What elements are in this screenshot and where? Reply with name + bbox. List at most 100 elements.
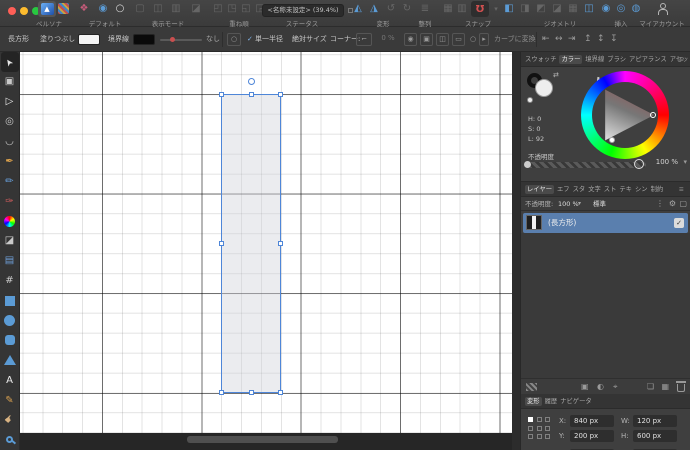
geometry-xor-icon[interactable]: ◪ xyxy=(552,1,561,17)
align-middle-icon[interactable]: ↕ xyxy=(597,27,605,52)
handle-middle-left[interactable] xyxy=(219,241,224,246)
vector-crop-tool[interactable]: # xyxy=(1,271,19,291)
horizontal-scrollbar[interactable] xyxy=(20,433,512,450)
mask-icon[interactable]: ▣ xyxy=(581,379,589,395)
place-image-tool[interactable]: ▤ xyxy=(1,251,19,271)
snap-toggle-button[interactable]: Ω xyxy=(471,1,489,17)
fill-color-well[interactable] xyxy=(535,79,553,97)
single-radius-label[interactable]: 単一半径 xyxy=(255,27,283,52)
insert-on-top-icon[interactable]: ◍ xyxy=(632,1,641,17)
corner-box3-icon[interactable]: ◫ xyxy=(436,33,449,46)
insert-behind-icon[interactable]: ◎ xyxy=(617,1,626,17)
swap-colors-icon[interactable]: ⇄ xyxy=(553,71,559,79)
tab-transform[interactable]: 変形 xyxy=(525,397,542,406)
pressure-button[interactable]: ○ xyxy=(227,33,241,46)
blend-mode-dropdown[interactable]: 標準 xyxy=(593,197,606,211)
handle-top-right[interactable] xyxy=(278,92,283,97)
zoom-tool[interactable] xyxy=(1,430,19,450)
pixel-persona-icon[interactable] xyxy=(58,3,69,14)
handle-top-left[interactable] xyxy=(219,92,224,97)
guides-icon[interactable]: ▥ xyxy=(457,1,466,17)
gear-icon[interactable]: ⚙ xyxy=(669,197,676,211)
view-vector-icon[interactable]: ▢ xyxy=(135,1,144,17)
node-tool[interactable]: ▷ xyxy=(1,92,19,112)
ellipse-tool[interactable] xyxy=(1,311,19,331)
handle-middle-right[interactable] xyxy=(278,241,283,246)
rotation-handle[interactable] xyxy=(248,78,255,85)
pen-tool[interactable]: ✒ xyxy=(1,151,19,171)
vector-brush-tool[interactable]: ✑ xyxy=(1,191,19,211)
tab-stock[interactable]: スト xyxy=(604,186,617,193)
layer-opacity-value[interactable]: 100 % xyxy=(558,197,579,211)
minimize-window-button[interactable] xyxy=(20,7,28,15)
geometry-intersect-icon[interactable]: ◩ xyxy=(536,1,545,17)
corner-percent-dropdown[interactable]: 0 % xyxy=(376,33,400,46)
more-icon[interactable]: ⋮ xyxy=(656,197,664,211)
tab-history[interactable]: 履歴 xyxy=(545,398,558,405)
flyout-icon[interactable]: ▸ xyxy=(479,33,489,46)
vertical-scrollbar[interactable] xyxy=(512,52,520,450)
tab-appearance[interactable]: アピアランス xyxy=(629,56,667,63)
corner-box1-icon[interactable]: ◉ xyxy=(404,33,417,46)
horizontal-scrollbar-thumb[interactable] xyxy=(187,436,338,443)
pencil-tool[interactable]: ✏ xyxy=(1,171,19,191)
sync-defaults-icon[interactable]: ◉ xyxy=(99,1,108,17)
shape-tool[interactable] xyxy=(1,350,19,370)
stroke-style-value[interactable]: なし xyxy=(206,27,220,52)
my-account-icon[interactable] xyxy=(656,3,668,15)
align-left-icon[interactable]: ⇤ xyxy=(542,27,550,52)
geometry-combine-icon[interactable]: ◫ xyxy=(584,1,593,17)
tab-swatches[interactable]: スウォッチ xyxy=(525,56,556,63)
corner-box2-icon[interactable]: ▣ xyxy=(420,33,433,46)
color-picker-tool[interactable]: ✎ xyxy=(1,390,19,410)
color-wheel[interactable] xyxy=(581,71,669,159)
corner-type-dropdown[interactable]: ⌐ xyxy=(356,33,372,46)
absolute-size-label[interactable]: 絶対サイズ xyxy=(292,27,327,52)
status-detach-icon[interactable] xyxy=(348,8,353,13)
h-field[interactable]: 600 px xyxy=(633,430,677,442)
circle-option-icon[interactable]: ○ xyxy=(470,27,476,52)
rotate-cw-icon[interactable]: ↻ xyxy=(403,1,411,17)
handle-bottom-center[interactable] xyxy=(249,390,254,395)
sl-selector[interactable] xyxy=(609,137,615,143)
opacity-dropdown-icon[interactable]: ▾ xyxy=(578,197,581,211)
snap-dropdown-icon[interactable]: ▾ xyxy=(494,1,498,17)
align-icon[interactable]: ≣ xyxy=(421,1,429,17)
stroke-slider-handle[interactable] xyxy=(170,37,175,42)
view-tool[interactable]: ☛ xyxy=(1,410,19,430)
hue-selector[interactable] xyxy=(650,112,656,118)
layer-row-rectangle[interactable]: (長方形) ✓ xyxy=(523,213,688,233)
opacity-dropdown-icon[interactable]: ▾ xyxy=(683,158,687,166)
transparency-tool[interactable]: ◪ xyxy=(1,231,19,251)
rectangle-tool[interactable] xyxy=(1,291,19,311)
handle-bottom-right[interactable] xyxy=(278,390,283,395)
move-tool[interactable]: ➤ xyxy=(1,52,19,72)
revert-defaults-icon[interactable]: ○ xyxy=(116,1,125,17)
move-forward-icon[interactable]: ◳ xyxy=(227,1,236,17)
tab-text-styles[interactable]: テキ xyxy=(619,186,632,193)
geometry-subtract-icon[interactable]: ◨ xyxy=(520,1,529,17)
tab-styles[interactable]: スタ xyxy=(573,186,586,193)
align-right-icon[interactable]: ⇥ xyxy=(568,27,576,52)
handle-bottom-left[interactable] xyxy=(219,390,224,395)
text-tool[interactable]: A xyxy=(1,370,19,390)
panel-menu-icon[interactable]: ≡ xyxy=(679,52,684,67)
fill-swatch[interactable] xyxy=(78,34,100,45)
move-backward-icon[interactable]: ◱ xyxy=(241,1,250,17)
x-field[interactable]: 840 px xyxy=(570,415,614,427)
layers-list-empty-area[interactable] xyxy=(521,233,690,378)
tab-character[interactable]: 文字 xyxy=(588,186,601,193)
artboard-tool[interactable]: ▣ xyxy=(1,72,19,92)
view-pixel-icon[interactable]: ◫ xyxy=(153,1,162,17)
tab-stroke[interactable]: 境界線 xyxy=(585,56,604,63)
edit-icon[interactable]: ⌖ xyxy=(613,379,618,395)
single-radius-check-icon[interactable]: ✓ xyxy=(247,27,253,52)
opacity-slider-knob[interactable] xyxy=(634,159,644,169)
geometry-add-icon[interactable]: ◧ xyxy=(504,1,513,17)
grid-icon[interactable]: ▦ xyxy=(443,1,452,17)
rotate-ccw-icon[interactable]: ↺ xyxy=(387,1,395,17)
export-persona-icon[interactable]: ❖ xyxy=(80,1,89,17)
selected-rectangle[interactable] xyxy=(221,94,281,393)
align-center-icon[interactable]: ↔ xyxy=(555,27,563,52)
fill-tool[interactable] xyxy=(1,211,19,231)
